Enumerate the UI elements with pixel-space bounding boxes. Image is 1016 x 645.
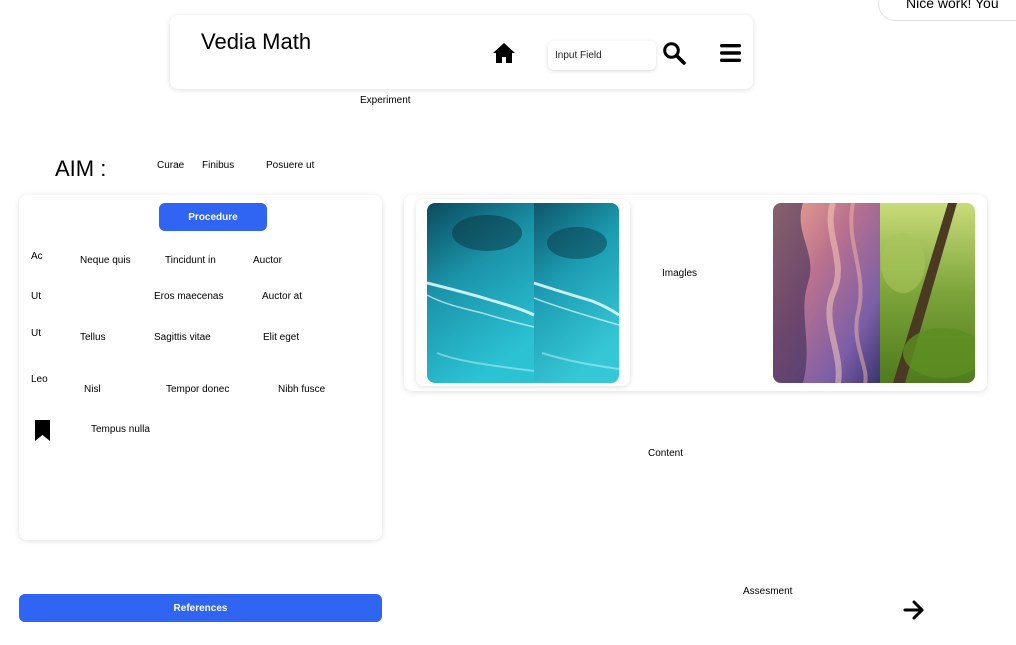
procedure-cell: Leo (31, 374, 48, 385)
references-button[interactable]: References (19, 594, 382, 622)
search-icon[interactable] (662, 41, 686, 65)
procedure-card (19, 195, 382, 540)
procedure-cell: Tempor donec (166, 384, 230, 395)
toast-notification: Nice work! You (878, 0, 1016, 21)
procedure-cell: Elit eget (263, 332, 300, 343)
procedure-cell: Eros maecenas (154, 291, 224, 302)
procedure-cell: Tellus (80, 332, 106, 343)
arrow-right-icon[interactable] (903, 600, 925, 620)
search-input[interactable] (548, 41, 656, 70)
procedure-cell: Tincidunt in (165, 255, 216, 266)
procedure-cell: Nisl (84, 384, 101, 395)
aim-tag: Finibus (202, 160, 235, 171)
procedure-cell: Neque quis (80, 255, 131, 266)
procedure-cell: Ac (31, 251, 43, 262)
procedure-cell: Auctor (253, 255, 282, 266)
bookmark-label: Tempus nulla (91, 424, 150, 435)
procedure-cell: Sagittis vitae (154, 332, 211, 343)
assessment-label: Assesment (743, 586, 793, 597)
images-label: Imagles (662, 268, 698, 279)
experiment-label: Experiment (360, 95, 411, 106)
home-icon[interactable] (492, 42, 516, 64)
content-label: Content (648, 448, 684, 459)
procedure-cell: Nibh fusce (278, 384, 326, 395)
app-title: Vedia Math (201, 29, 312, 54)
procedure-button[interactable]: Procedure (159, 203, 267, 231)
aim-heading: AIM : (55, 156, 107, 181)
canyon-forest-image (773, 203, 975, 383)
toast-text: Nice work! You (906, 0, 999, 11)
procedure-cell: Ut (31, 291, 41, 302)
bookmark-icon[interactable] (34, 419, 51, 442)
aim-tag: Curae (157, 160, 185, 171)
ocean-image (427, 203, 619, 383)
hamburger-menu-icon[interactable] (720, 43, 741, 63)
procedure-cell: Auctor at (262, 291, 303, 302)
aim-tag: Posuere ut (266, 160, 315, 171)
procedure-cell: Ut (31, 328, 41, 339)
